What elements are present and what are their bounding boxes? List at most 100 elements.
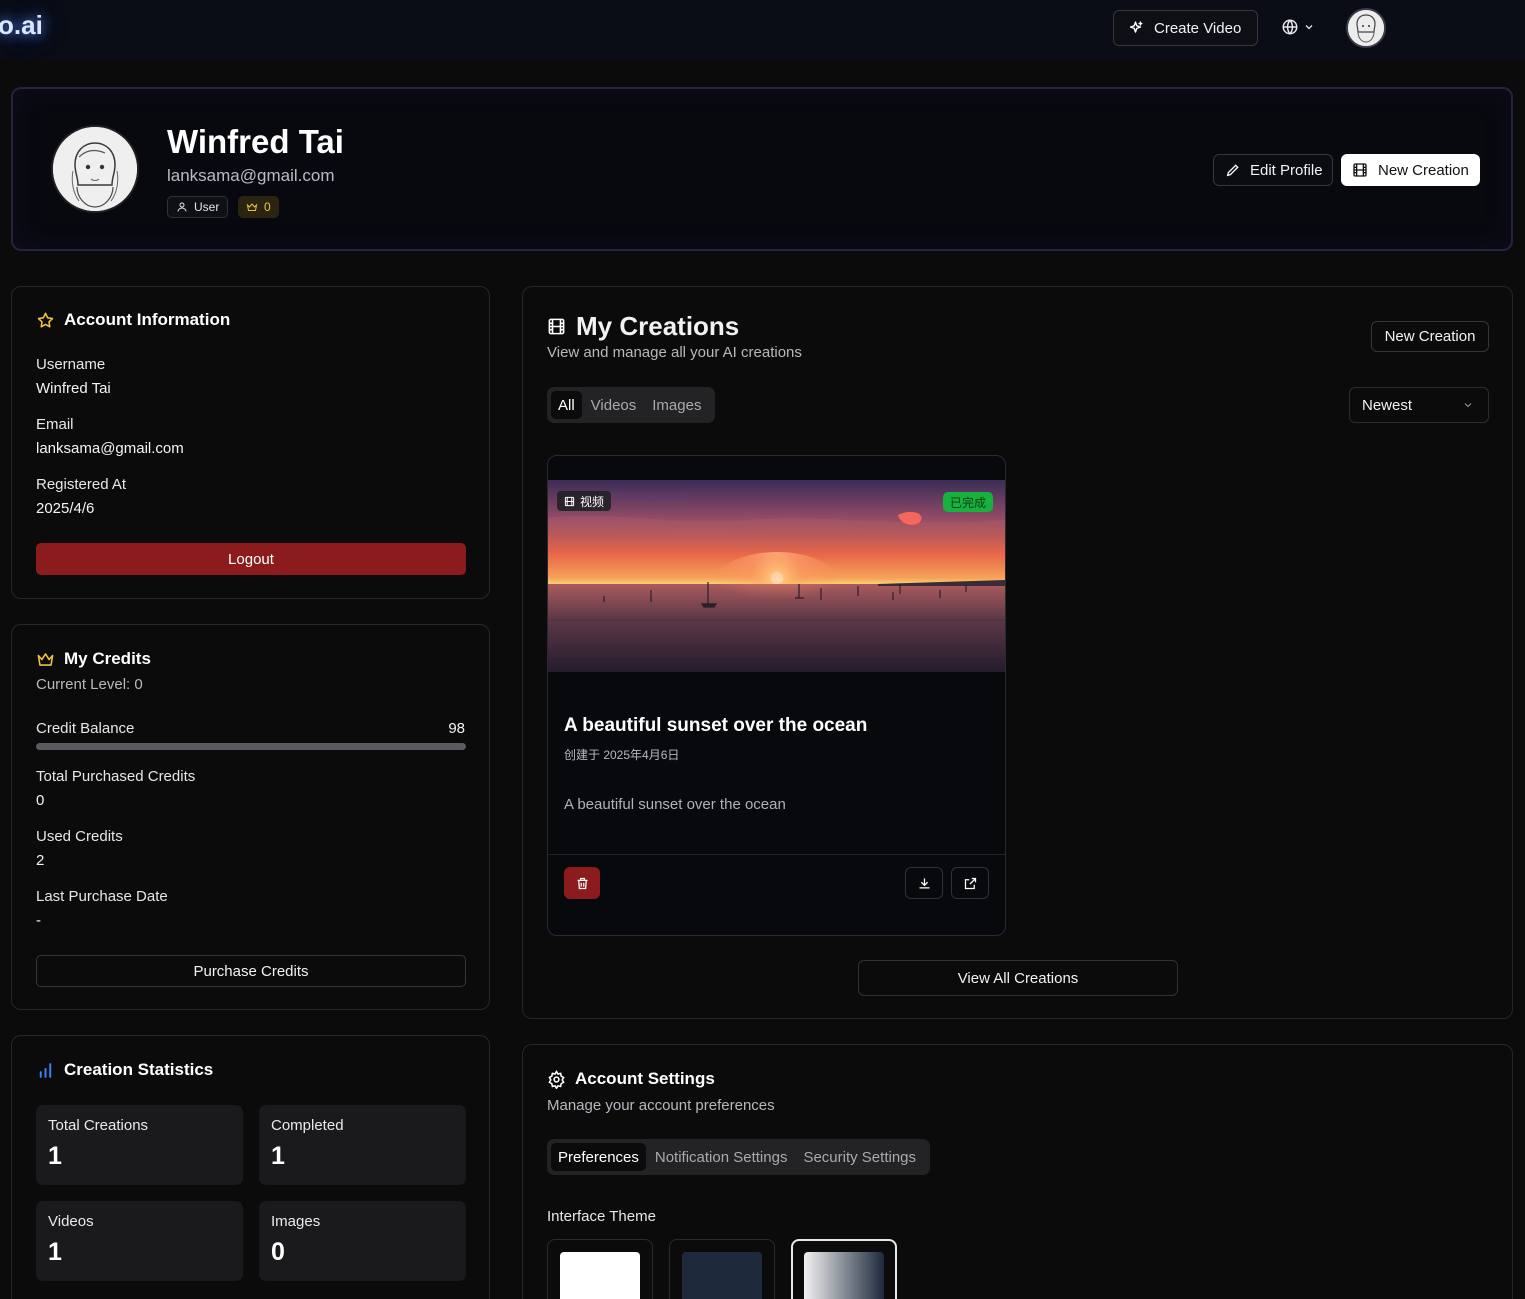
edit-profile-label: Edit Profile bbox=[1250, 161, 1323, 179]
user-icon bbox=[176, 201, 188, 213]
new-creation-button[interactable]: New Creation bbox=[1371, 321, 1489, 352]
account-information-label: Account Information bbox=[64, 310, 231, 329]
my-credits-card: My Credits Current Level: 0 Credit Balan… bbox=[11, 624, 490, 1010]
stat-value: 1 bbox=[48, 1238, 62, 1266]
creation-statistics-title: Creation Statistics bbox=[36, 1060, 213, 1080]
stat-total-creations: Total Creations 1 bbox=[36, 1105, 243, 1185]
creation-filter-tabs: All Videos Images bbox=[547, 387, 715, 423]
creation-thumbnail[interactable] bbox=[548, 480, 1005, 672]
theme-option-system[interactable] bbox=[791, 1239, 897, 1299]
email-value: lanksama@gmail.com bbox=[36, 440, 184, 457]
profile-email: lanksama@gmail.com bbox=[167, 166, 335, 185]
total-purchased-label: Total Purchased Credits bbox=[36, 768, 196, 785]
stat-value: 0 bbox=[271, 1238, 285, 1266]
new-creation-header-label: New Creation bbox=[1378, 161, 1469, 179]
email-label: Email bbox=[36, 416, 74, 433]
bar-chart-icon bbox=[36, 1061, 55, 1080]
total-purchased-value: 0 bbox=[36, 792, 45, 809]
credit-balance-value: 98 bbox=[448, 720, 465, 737]
creation-description: A beautiful sunset over the ocean bbox=[564, 796, 786, 813]
globe-icon bbox=[1281, 18, 1299, 36]
sparkles-icon bbox=[1127, 20, 1144, 37]
used-credits-value: 2 bbox=[36, 852, 45, 869]
tab-notification-settings[interactable]: Notification Settings bbox=[648, 1143, 795, 1171]
divider bbox=[548, 854, 1005, 855]
my-credits-title: My Credits bbox=[36, 649, 151, 669]
user-avatar-menu[interactable] bbox=[1346, 8, 1386, 48]
account-settings-title: Account Settings bbox=[547, 1069, 715, 1089]
tab-images[interactable]: Images bbox=[645, 391, 708, 419]
create-video-button[interactable]: Create Video bbox=[1113, 10, 1258, 46]
create-video-label: Create Video bbox=[1154, 19, 1242, 37]
view-all-creations-button[interactable]: View All Creations bbox=[858, 960, 1178, 996]
interface-theme-label: Interface Theme bbox=[547, 1208, 656, 1225]
profile-name: Winfred Tai bbox=[167, 123, 344, 160]
dark-theme-swatch bbox=[682, 1252, 762, 1299]
tab-videos[interactable]: Videos bbox=[584, 391, 644, 419]
account-information-card: Account Information Username Winfred Tai… bbox=[11, 286, 490, 599]
stat-label: Completed bbox=[271, 1117, 344, 1134]
sort-value: Newest bbox=[1362, 396, 1413, 414]
chevron-down-icon bbox=[1303, 21, 1315, 33]
last-purchase-label: Last Purchase Date bbox=[36, 888, 168, 905]
my-creations-title: My Creations bbox=[547, 311, 739, 342]
role-badge: User bbox=[167, 196, 229, 218]
type-badge: 视频 bbox=[557, 491, 612, 511]
stat-value: 1 bbox=[271, 1142, 285, 1170]
stat-value: 1 bbox=[48, 1142, 62, 1170]
username-label: Username bbox=[36, 356, 106, 373]
used-credits-label: Used Credits bbox=[36, 828, 123, 845]
film-icon bbox=[564, 496, 575, 507]
creation-statistics-card: Creation Statistics Total Creations 1 Co… bbox=[11, 1035, 490, 1299]
tab-preferences[interactable]: Preferences bbox=[551, 1143, 646, 1171]
download-icon bbox=[917, 876, 932, 891]
registered-value: 2025/4/6 bbox=[36, 500, 95, 517]
my-creations-subtitle: View and manage all your AI creations bbox=[547, 344, 802, 361]
creation-date: 创建于 2025年4月6日 bbox=[564, 748, 680, 762]
edit-profile-button[interactable]: Edit Profile bbox=[1213, 154, 1333, 186]
username-value: Winfred Tai bbox=[36, 380, 111, 397]
purchase-credits-button[interactable]: Purchase Credits bbox=[36, 955, 466, 987]
tab-security-settings[interactable]: Security Settings bbox=[796, 1143, 923, 1171]
role-label: User bbox=[194, 200, 220, 214]
external-link-icon bbox=[963, 876, 978, 891]
logout-button[interactable]: Logout bbox=[36, 543, 466, 575]
film-icon bbox=[1352, 162, 1368, 178]
trash-icon bbox=[575, 876, 590, 891]
my-credits-label: My Credits bbox=[64, 649, 151, 668]
registered-label: Registered At bbox=[36, 476, 127, 493]
tab-all[interactable]: All bbox=[551, 391, 582, 419]
open-external-button[interactable] bbox=[951, 867, 989, 899]
status-badge: 已完成 bbox=[943, 492, 994, 512]
creation-card[interactable]: 视频 已完成 A beautiful sunset over the ocean… bbox=[547, 455, 1006, 936]
theme-option-light[interactable] bbox=[547, 1239, 653, 1299]
credit-balance-label: Credit Balance bbox=[36, 720, 135, 737]
current-level: Current Level: 0 bbox=[36, 676, 143, 693]
level-badge: 0 bbox=[238, 196, 279, 218]
light-theme-swatch bbox=[560, 1252, 640, 1299]
creation-title[interactable]: A beautiful sunset over the ocean bbox=[564, 715, 867, 737]
theme-option-dark[interactable] bbox=[669, 1239, 775, 1299]
delete-button[interactable] bbox=[564, 867, 600, 899]
account-settings-subtitle: Manage your account preferences bbox=[547, 1097, 775, 1114]
top-nav: o.ai Create Video bbox=[0, 0, 1525, 60]
language-selector[interactable] bbox=[1281, 18, 1315, 36]
my-creations-label: My Creations bbox=[576, 311, 740, 341]
stat-completed: Completed 1 bbox=[259, 1105, 466, 1185]
stat-label: Total Creations bbox=[48, 1117, 149, 1134]
stat-videos: Videos 1 bbox=[36, 1201, 243, 1281]
film-icon bbox=[547, 317, 566, 336]
star-icon bbox=[36, 311, 55, 330]
profile-header: Winfred Tai lanksama@gmail.com User 0 Ed… bbox=[11, 87, 1513, 251]
sort-select[interactable]: Newest bbox=[1349, 387, 1489, 423]
chevron-down-icon bbox=[1462, 399, 1474, 411]
gear-icon bbox=[547, 1069, 566, 1089]
app-logo[interactable]: o.ai bbox=[0, 10, 43, 41]
new-creation-header-button[interactable]: New Creation bbox=[1341, 154, 1480, 186]
my-creations-card: My Creations View and manage all your AI… bbox=[522, 286, 1513, 1019]
account-information-title: Account Information bbox=[36, 310, 230, 330]
download-button[interactable] bbox=[905, 867, 943, 899]
pencil-icon bbox=[1225, 162, 1241, 178]
settings-tabs: Preferences Notification Settings Securi… bbox=[547, 1139, 930, 1175]
stat-label: Images bbox=[271, 1213, 321, 1230]
